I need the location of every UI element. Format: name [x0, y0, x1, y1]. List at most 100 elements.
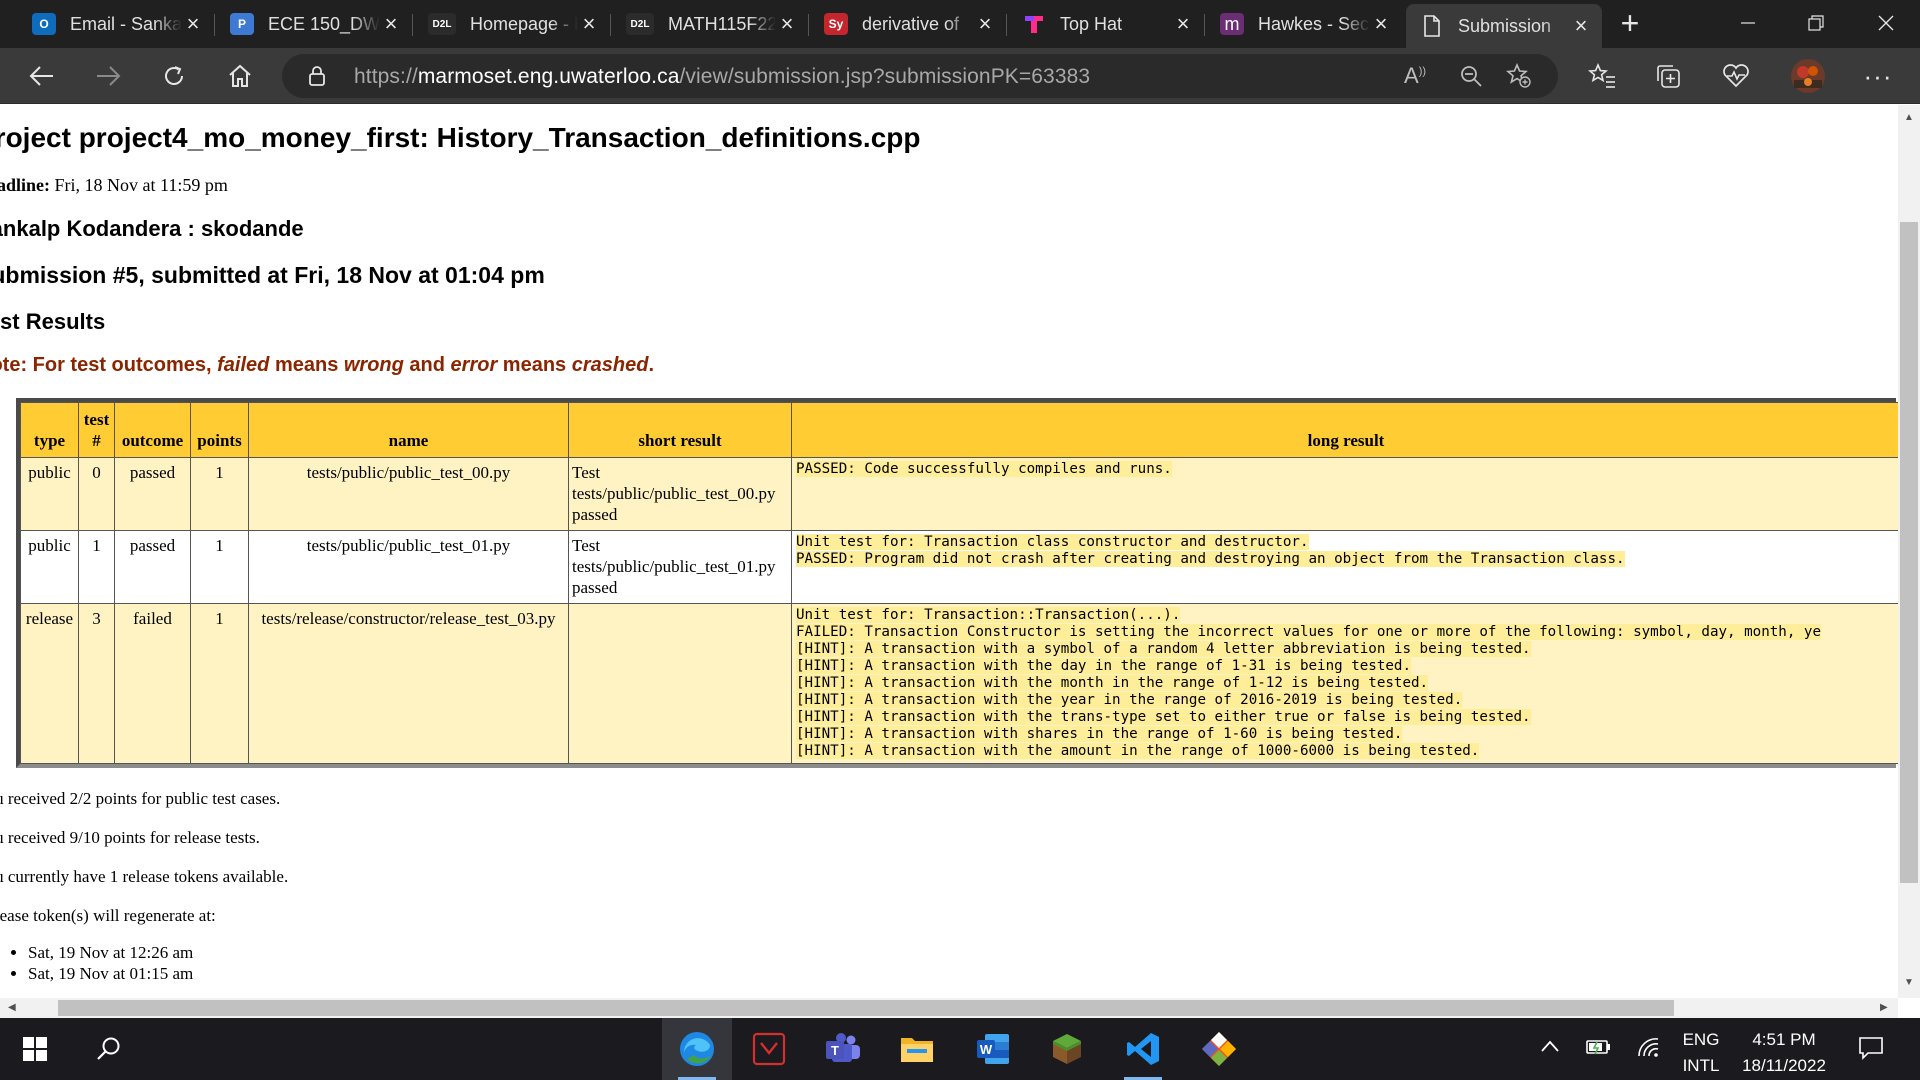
zoom-icon[interactable]: [1460, 65, 1482, 92]
tab-email[interactable]: O Email - Sankalp Kodandera ×: [18, 5, 214, 43]
forward-button[interactable]: [86, 56, 130, 96]
back-button[interactable]: [20, 56, 64, 96]
restore-button[interactable]: [1782, 0, 1850, 46]
word-icon[interactable]: W: [962, 1018, 1024, 1080]
tab-strip: O Email - Sankalp Kodandera × P ECE 150_…: [0, 0, 1920, 48]
cell-short-result: Test tests/public/public_test_00.py pass…: [568, 457, 792, 531]
teams-icon[interactable]: T: [812, 1018, 874, 1080]
language-indicator[interactable]: ENG INTL: [1676, 1027, 1726, 1079]
scrivener-icon[interactable]: [738, 1018, 800, 1080]
read-aloud-icon[interactable]: A)): [1404, 63, 1426, 89]
scroll-left-arrow-icon[interactable]: ◀: [8, 1002, 16, 1013]
browser-essentials-button[interactable]: [1714, 56, 1758, 96]
notification-icon[interactable]: [1858, 1036, 1884, 1065]
tab-homepage[interactable]: D2L Homepage - ECE ×: [414, 5, 610, 43]
clock[interactable]: 4:51 PM 18/11/2022: [1732, 1027, 1836, 1079]
test-results-heading: Test Results: [0, 309, 106, 334]
results-table: type test # outcome points name short re…: [20, 402, 1898, 764]
tab-title: derivative of: [862, 13, 960, 34]
deadline: Deadline: Fri, 18 Nov at 11:59 pm: [0, 175, 228, 195]
cell-outcome: passed: [114, 530, 191, 604]
cell-short-result: Test tests/public/public_test_01.py pass…: [568, 530, 792, 604]
more-options-button[interactable]: ···: [1856, 56, 1900, 96]
column-header-name: name: [248, 402, 569, 458]
page-icon: [1420, 15, 1444, 37]
piazza-icon: P: [230, 13, 254, 35]
close-window-button[interactable]: [1852, 0, 1920, 46]
cell-outcome: failed: [114, 603, 191, 764]
scroll-down-arrow-icon[interactable]: ▼: [1904, 977, 1914, 988]
search-icon[interactable]: [78, 1018, 140, 1080]
tab-math115[interactable]: D2L MATH115F22 ×: [612, 5, 808, 43]
cell-points: 1: [190, 457, 249, 531]
cell-short-result: [568, 603, 792, 764]
close-icon[interactable]: ×: [380, 11, 402, 37]
cell-long-result: Unit test for: Transaction class constru…: [791, 530, 1898, 604]
cell-test-number: 0: [78, 457, 115, 531]
column-header-test: test #: [78, 402, 115, 458]
file-explorer-icon[interactable]: [886, 1018, 948, 1080]
close-icon[interactable]: ×: [578, 11, 600, 37]
hawkes-icon: m: [1220, 13, 1244, 35]
minecraft-icon[interactable]: [1036, 1018, 1098, 1080]
regen-label: Release token(s) will regenerate at:: [0, 906, 216, 925]
cell-type: public: [20, 457, 79, 531]
favorites-button[interactable]: [1580, 56, 1624, 96]
symbolab-icon: Sy: [824, 13, 848, 35]
table-row: public 0 passed 1 tests/public/public_te…: [20, 457, 1898, 531]
tophat-icon: [1022, 13, 1046, 35]
tab-title: Hawkes - Sec: [1258, 13, 1370, 34]
cell-test-number: 1: [78, 530, 115, 604]
close-icon[interactable]: ×: [182, 11, 204, 37]
url-text[interactable]: https://marmoset.eng.uwaterloo.ca/view/s…: [354, 65, 1090, 89]
scroll-up-arrow-icon[interactable]: ▲: [1904, 112, 1914, 123]
close-icon[interactable]: ×: [776, 11, 798, 37]
horizontal-scrollbar-thumb[interactable]: [58, 1000, 1674, 1016]
page-title: Project project4_mo_money_first: History…: [0, 122, 921, 153]
battery-icon[interactable]: [1586, 1038, 1612, 1061]
clock-date: 18/11/2022: [1742, 1056, 1826, 1075]
minimize-button[interactable]: [1714, 0, 1782, 46]
regen-times-list: Sat, 19 Nov at 12:26 am Sat, 19 Nov at 0…: [6, 942, 193, 984]
vertical-scrollbar-thumb[interactable]: [1900, 222, 1918, 883]
address-bar[interactable]: https://marmoset.eng.uwaterloo.ca/view/s…: [282, 54, 1558, 98]
lock-icon[interactable]: [308, 65, 326, 92]
cell-type: release: [20, 603, 79, 764]
close-icon[interactable]: ×: [1370, 11, 1392, 37]
start-button[interactable]: [4, 1018, 66, 1080]
web-page: Project project4_mo_money_first: History…: [0, 105, 1898, 998]
vscode-icon[interactable]: [1112, 1018, 1174, 1080]
collections-button[interactable]: [1646, 56, 1690, 96]
outcome-note: Note: For test outcomes, failed means wr…: [0, 354, 655, 376]
tab-title: Email - Sankalp Kodandera: [70, 13, 182, 34]
add-favorite-icon[interactable]: [1506, 62, 1532, 94]
show-hidden-icons-chevron-icon[interactable]: [1540, 1038, 1560, 1058]
refresh-button[interactable]: [152, 56, 196, 96]
svg-text:W: W: [980, 1042, 993, 1057]
close-icon[interactable]: ×: [974, 11, 996, 37]
tab-title: Submission: [1458, 15, 1552, 36]
tab-title: Homepage - ECE: [470, 13, 578, 34]
close-icon[interactable]: ×: [1570, 13, 1592, 39]
tab-symbolab[interactable]: Sy derivative of ×: [810, 5, 1006, 43]
cell-long-result: Unit test for: Transaction::Transaction(…: [791, 603, 1898, 764]
profile-avatar[interactable]: [1786, 56, 1830, 96]
cell-points: 1: [190, 603, 249, 764]
new-tab-button[interactable]: +: [1612, 6, 1648, 42]
column-header-type: type: [20, 402, 79, 458]
column-header-outcome: outcome: [114, 402, 191, 458]
cell-outcome: passed: [114, 457, 191, 531]
git-icon[interactable]: [1188, 1018, 1250, 1080]
wifi-icon[interactable]: [1636, 1036, 1660, 1063]
list-item: Sat, 19 Nov at 01:15 am: [28, 963, 193, 984]
tab-ece150[interactable]: P ECE 150_DWE ×: [216, 5, 412, 43]
close-icon[interactable]: ×: [1172, 11, 1194, 37]
clock-time: 4:51 PM: [1752, 1030, 1816, 1049]
tab-tophat[interactable]: Top Hat ×: [1008, 5, 1204, 43]
scroll-right-arrow-icon[interactable]: ▶: [1880, 1002, 1888, 1013]
edge-icon[interactable]: [662, 1018, 732, 1080]
tab-hawkes[interactable]: m Hawkes - Sec ×: [1206, 5, 1402, 43]
home-button[interactable]: [218, 56, 262, 96]
table-row: public 1 passed 1 tests/public/public_te…: [20, 530, 1898, 604]
tab-submission[interactable]: Submission ×: [1406, 4, 1602, 48]
